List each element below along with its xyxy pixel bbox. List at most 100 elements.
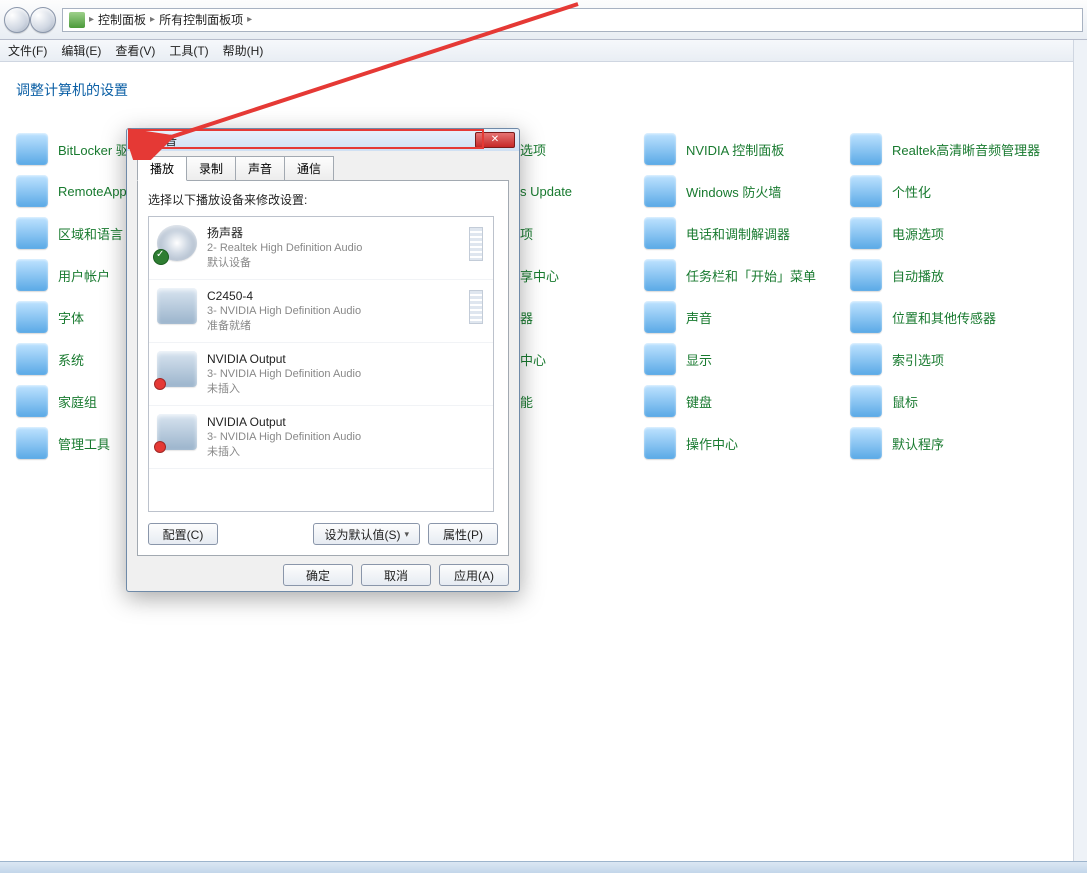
cp-item-partial[interactable]: 选项 bbox=[520, 132, 546, 166]
cp-item-homegroup[interactable]: 家庭组 bbox=[16, 384, 97, 418]
monitor-icon bbox=[157, 351, 197, 387]
cp-item-partial[interactable]: 能 bbox=[520, 384, 533, 418]
action-center-icon bbox=[644, 427, 676, 459]
realtek-icon bbox=[850, 133, 882, 165]
menu-tools[interactable]: 工具(T) bbox=[169, 42, 208, 59]
cp-label: Realtek高清晰音频管理器 bbox=[892, 140, 1040, 159]
cp-label: 中心 bbox=[520, 350, 546, 369]
ok-button[interactable]: 确定 bbox=[283, 564, 353, 586]
cp-item-sound[interactable]: 声音 bbox=[644, 300, 712, 334]
cp-item-bitlocker[interactable]: BitLocker 驱 bbox=[16, 132, 129, 166]
cp-label: 电源选项 bbox=[892, 224, 944, 243]
dialog-title-bar[interactable]: 声音 ✕ bbox=[127, 129, 519, 151]
cp-item-nvidia[interactable]: NVIDIA 控制面板 bbox=[644, 132, 784, 166]
device-subtitle: 3- NVIDIA High Definition Audio bbox=[207, 430, 361, 445]
menu-view[interactable]: 查看(V) bbox=[115, 42, 155, 59]
set-default-button[interactable]: 设为默认值(S) bbox=[313, 523, 420, 545]
cp-item-phone-modem[interactable]: 电话和调制解调器 bbox=[644, 216, 790, 250]
homegroup-icon bbox=[16, 385, 48, 417]
tab-sound[interactable]: 声音 bbox=[235, 156, 285, 181]
cp-label: Windows 防火墙 bbox=[686, 182, 781, 201]
device-item[interactable]: NVIDIA Output 3- NVIDIA High Definition … bbox=[149, 406, 493, 469]
power-icon bbox=[850, 217, 882, 249]
admin-tools-icon bbox=[16, 427, 48, 459]
cp-item-region[interactable]: 区域和语言 bbox=[16, 216, 123, 250]
personalize-icon bbox=[850, 175, 882, 207]
tab-record[interactable]: 录制 bbox=[186, 156, 236, 181]
cp-label: 操作中心 bbox=[686, 434, 738, 453]
nav-forward-button[interactable] bbox=[30, 7, 56, 33]
cp-label: 任务栏和「开始」菜单 bbox=[686, 266, 816, 285]
close-button[interactable]: ✕ bbox=[475, 132, 515, 148]
breadcrumb-part[interactable]: 控制面板 bbox=[98, 11, 146, 28]
cp-item-remoteapp[interactable]: RemoteApp bbox=[16, 174, 127, 208]
cp-label: 声音 bbox=[686, 308, 712, 327]
device-item[interactable]: NVIDIA Output 3- NVIDIA High Definition … bbox=[149, 343, 493, 406]
cp-label: 享中心 bbox=[520, 266, 559, 285]
apply-button[interactable]: 应用(A) bbox=[439, 564, 509, 586]
cancel-button[interactable]: 取消 bbox=[361, 564, 431, 586]
instruction-text: 选择以下播放设备来修改设置: bbox=[148, 191, 498, 208]
cp-label: 鼠标 bbox=[892, 392, 918, 411]
properties-button[interactable]: 属性(P) bbox=[428, 523, 498, 545]
cp-label: 项 bbox=[520, 224, 533, 243]
cp-item-sensors[interactable]: 位置和其他传感器 bbox=[850, 300, 996, 334]
menu-edit[interactable]: 编辑(E) bbox=[61, 42, 101, 59]
cp-item-user-accounts[interactable]: 用户帐户 bbox=[16, 258, 110, 292]
cp-label: 默认程序 bbox=[892, 434, 944, 453]
configure-button[interactable]: 配置(C) bbox=[148, 523, 218, 545]
menu-file[interactable]: 文件(F) bbox=[8, 42, 47, 59]
remoteapp-icon bbox=[16, 175, 48, 207]
cp-item-keyboard[interactable]: 键盘 bbox=[644, 384, 712, 418]
device-list[interactable]: 扬声器 2- Realtek High Definition Audio 默认设… bbox=[148, 216, 494, 512]
device-status: 未插入 bbox=[207, 382, 361, 397]
tab-playback[interactable]: 播放 bbox=[137, 156, 187, 181]
menu-help[interactable]: 帮助(H) bbox=[223, 42, 264, 59]
taskbar[interactable] bbox=[0, 861, 1087, 873]
cp-item-partial[interactable]: 项 bbox=[520, 216, 533, 250]
cp-item-partial[interactable]: 享中心 bbox=[520, 258, 559, 292]
cp-item-firewall[interactable]: Windows 防火墙 bbox=[644, 174, 781, 208]
device-subtitle: 3- NVIDIA High Definition Audio bbox=[207, 367, 361, 382]
cp-item-realtek[interactable]: Realtek高清晰音频管理器 bbox=[850, 132, 1040, 166]
cp-item-power[interactable]: 电源选项 bbox=[850, 216, 944, 250]
cp-item-taskbar-start[interactable]: 任务栏和「开始」菜单 bbox=[644, 258, 816, 292]
cp-item-autoplay[interactable]: 自动播放 bbox=[850, 258, 944, 292]
breadcrumb-part[interactable]: 所有控制面板项 bbox=[159, 11, 243, 28]
device-subtitle: 3- NVIDIA High Definition Audio bbox=[207, 304, 361, 319]
default-check-icon bbox=[153, 249, 169, 265]
system-icon bbox=[16, 343, 48, 375]
bitlocker-icon bbox=[16, 133, 48, 165]
monitor-icon bbox=[157, 414, 197, 450]
device-item[interactable]: 扬声器 2- Realtek High Definition Audio 默认设… bbox=[149, 217, 493, 280]
indexing-icon bbox=[850, 343, 882, 375]
user-accounts-icon bbox=[16, 259, 48, 291]
tab-comm[interactable]: 通信 bbox=[284, 156, 334, 181]
cp-item-admin-tools[interactable]: 管理工具 bbox=[16, 426, 110, 460]
vertical-scrollbar[interactable] bbox=[1073, 40, 1087, 861]
cp-item-system[interactable]: 系统 bbox=[16, 342, 84, 376]
cp-item-fonts[interactable]: 字体 bbox=[16, 300, 84, 334]
cp-item-default-programs[interactable]: 默认程序 bbox=[850, 426, 944, 460]
cp-item-partial[interactable]: 器 bbox=[520, 300, 533, 334]
cp-label: 选项 bbox=[520, 140, 546, 159]
device-item[interactable]: C2450-4 3- NVIDIA High Definition Audio … bbox=[149, 280, 493, 343]
breadcrumb[interactable]: ▸ 控制面板 ▸ 所有控制面板项 ▸ bbox=[62, 8, 1083, 32]
cp-item-mouse[interactable]: 鼠标 bbox=[850, 384, 918, 418]
menu-bar: 文件(F) 编辑(E) 查看(V) 工具(T) 帮助(H) bbox=[0, 40, 1087, 62]
cp-label: BitLocker 驱 bbox=[58, 140, 129, 159]
cp-item-display[interactable]: 显示 bbox=[644, 342, 712, 376]
cp-item-indexing[interactable]: 索引选项 bbox=[850, 342, 944, 376]
cp-item-personalize[interactable]: 个性化 bbox=[850, 174, 931, 208]
cp-item-partial[interactable]: s Update bbox=[520, 174, 572, 208]
cp-item-partial[interactable]: 中心 bbox=[520, 342, 546, 376]
breadcrumb-sep: ▸ bbox=[150, 14, 155, 25]
device-name: 扬声器 bbox=[207, 225, 362, 241]
cp-label: 自动播放 bbox=[892, 266, 944, 285]
cp-item-action-center[interactable]: 操作中心 bbox=[644, 426, 738, 460]
sound-dialog-icon bbox=[133, 133, 147, 147]
device-name: NVIDIA Output bbox=[207, 414, 361, 430]
nav-back-button[interactable] bbox=[4, 7, 30, 33]
cp-label: 能 bbox=[520, 392, 533, 411]
keyboard-icon bbox=[644, 385, 676, 417]
